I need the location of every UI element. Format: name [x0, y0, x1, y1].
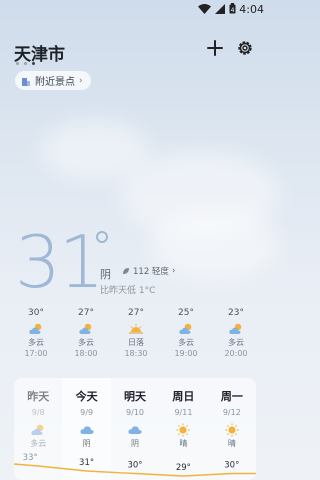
hourly-item: 23° 多云 20:00 — [218, 308, 254, 358]
day-condition: 晴 — [227, 439, 236, 448]
hourly-time: 20:00 — [224, 349, 248, 358]
compare-yesterday: 比昨天低 1°C — [100, 286, 156, 296]
leaf-icon — [123, 268, 129, 274]
day-date: 9/11 — [174, 408, 193, 417]
hourly-condition: 多云 — [28, 338, 44, 347]
page-dot — [24, 62, 27, 65]
sun-icon — [175, 422, 191, 437]
aqi-label: 112 轻度 — [133, 267, 169, 277]
page-dot — [16, 62, 19, 65]
partly-cloudy-icon — [28, 321, 44, 335]
current-condition: 阴 — [100, 268, 111, 281]
hourly-temp: 27° — [128, 308, 144, 318]
page-dot-active — [32, 62, 35, 65]
daily-item[interactable]: 昨天 9/8 多云 — [14, 378, 62, 480]
partly-cloudy-icon — [78, 321, 94, 335]
day-name: 今天 — [75, 390, 98, 403]
daily-item[interactable]: 周日 9/11 晴 — [159, 378, 207, 480]
air-quality-badge[interactable]: 112 轻度 › — [116, 264, 181, 278]
day-name: 周日 — [172, 390, 195, 403]
hourly-condition: 多云 — [178, 338, 194, 347]
daily-item[interactable]: 今天 9/9 阴 — [62, 378, 111, 480]
nearby-attractions-button[interactable]: 附近景点 › — [15, 71, 91, 90]
degree-symbol-icon — [96, 231, 108, 243]
day-date: 9/10 — [126, 408, 144, 417]
status-time: 4:04 — [239, 3, 264, 16]
hourly-temp: 27° — [78, 308, 94, 318]
hourly-time: 17:00 — [24, 349, 48, 358]
hourly-item: 27° 日落 18:30 — [118, 308, 154, 358]
sunset-icon — [128, 321, 144, 335]
partly-cloudy-icon — [228, 321, 244, 335]
hourly-condition: 多云 — [78, 338, 94, 347]
hourly-temp: 25° — [178, 308, 194, 318]
hourly-item: 30° 多云 17:00 — [18, 308, 54, 358]
hourly-item: 27° 多云 18:00 — [68, 308, 104, 358]
hourly-temp: 30° — [28, 308, 44, 318]
day-name: 周一 — [220, 390, 243, 403]
cloud-icon — [127, 422, 143, 436]
day-name: 明天 — [124, 390, 147, 403]
hourly-time: 18:00 — [74, 349, 98, 358]
hourly-condition: 多云 — [228, 338, 244, 347]
hourly-condition: 日落 — [128, 338, 144, 347]
daily-forecast[interactable]: 昨天 9/8 多云 今天 9/9 阴明天 9/10 阴周日 9/11 晴周一 9/… — [14, 378, 256, 480]
settings-gear-icon[interactable] — [236, 39, 254, 57]
day-date: 9/12 — [222, 408, 241, 417]
hourly-time: 19:00 — [174, 349, 198, 358]
partly-cloudy-icon — [178, 321, 194, 335]
hourly-item: 25° 多云 19:00 — [168, 308, 204, 358]
svg-text:4: 4 — [231, 7, 235, 14]
wifi-icon — [198, 3, 211, 14]
add-city-icon[interactable] — [205, 38, 225, 58]
nearby-label: 附近景点 — [35, 77, 75, 88]
hourly-temp: 23° — [228, 308, 244, 318]
current-temperature: 31 — [15, 220, 105, 304]
chevron-right-icon: › — [79, 75, 83, 86]
day-condition: 阴 — [82, 439, 91, 448]
hourly-time: 18:30 — [124, 349, 148, 358]
signal-icon — [215, 3, 225, 14]
day-condition: 晴 — [179, 439, 188, 448]
day-condition: 多云 — [30, 439, 47, 448]
hourly-forecast[interactable]: 30° 多云 17:00 27° 多云 18:00 27° 日落 18:30 25° … — [18, 308, 254, 358]
status-bar: 4 4:04 — [0, 0, 270, 18]
building-icon — [22, 77, 30, 86]
cloud-icon — [79, 422, 95, 436]
sun-icon — [224, 422, 240, 437]
battery-icon: 4 — [229, 3, 236, 14]
day-name: 昨天 — [27, 390, 50, 403]
partly-cloudy-icon — [30, 422, 46, 436]
day-date: 9/8 — [31, 408, 45, 417]
daily-item[interactable]: 周一 9/12 晴 — [208, 378, 256, 480]
page-indicator — [16, 62, 35, 65]
day-condition: 阴 — [131, 439, 140, 448]
chevron-right-icon: › — [171, 266, 176, 276]
day-date: 9/9 — [80, 408, 94, 417]
daily-item[interactable]: 明天 9/10 阴 — [111, 378, 159, 480]
